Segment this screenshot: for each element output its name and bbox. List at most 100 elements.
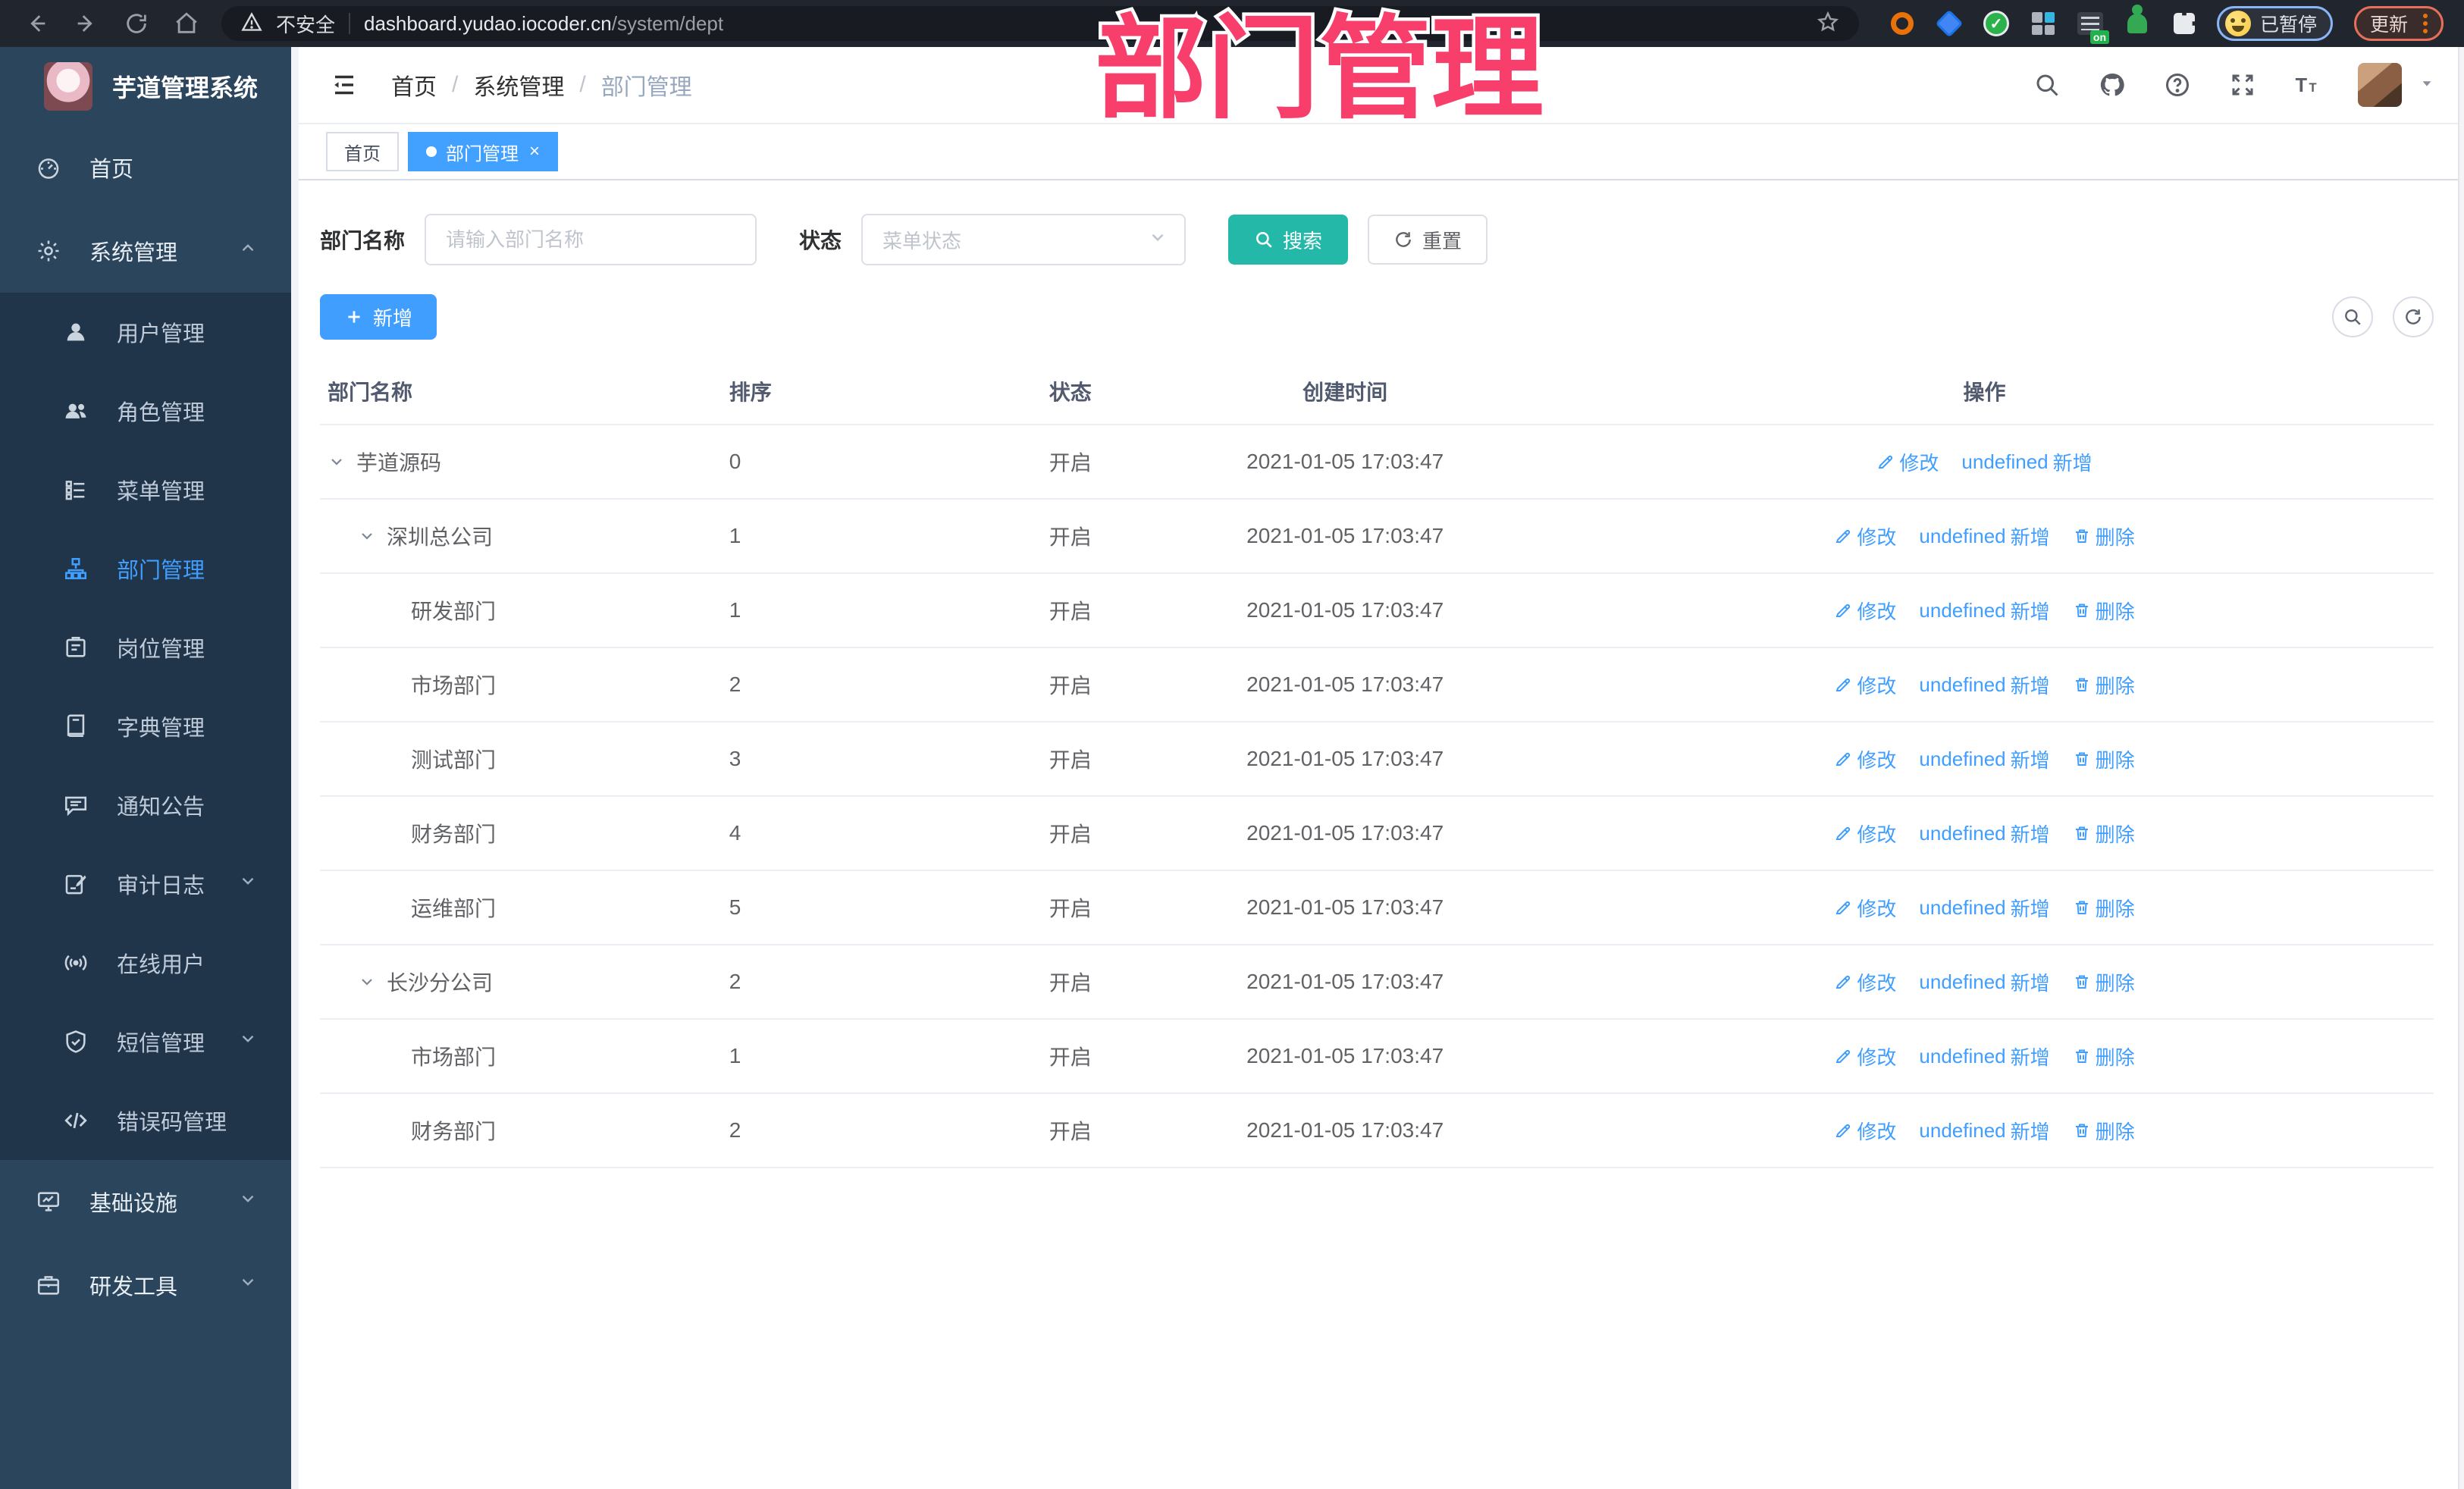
add-action-link[interactable]: undefined 新增 — [1919, 522, 2049, 550]
search-button[interactable]: 搜索 — [1228, 215, 1349, 265]
delete-action-link[interactable]: 删除 — [2073, 671, 2135, 699]
dept-name-cell: 深圳总公司 — [387, 525, 494, 549]
add-action-link[interactable]: undefined 新增 — [1919, 745, 2049, 773]
extension-list-icon[interactable]: on — [2076, 9, 2109, 44]
forward-icon[interactable] — [65, 5, 108, 42]
edit-action-link[interactable]: 修改 — [1834, 1042, 1896, 1071]
delete-action-link[interactable]: 删除 — [2073, 745, 2135, 773]
expand-caret-icon[interactable] — [328, 453, 346, 471]
reload-icon[interactable] — [115, 5, 158, 42]
delete-icon — [2073, 1047, 2091, 1065]
reset-button[interactable]: 重置 — [1368, 215, 1488, 265]
edit-action-link[interactable]: 修改 — [1834, 968, 1896, 996]
add-button[interactable]: 新增 — [320, 294, 437, 340]
add-icon: undefined — [1919, 598, 2006, 622]
profile-chip[interactable]: 已暂停 — [2217, 6, 2334, 41]
add-action-link[interactable]: undefined 新增 — [1919, 597, 2049, 625]
edit-action-link[interactable]: 修改 — [1834, 671, 1896, 699]
sidebar-item-label: 用户管理 — [117, 322, 205, 346]
window-scrollbar[interactable] — [2458, 47, 2464, 1489]
delete-action-link[interactable]: 删除 — [2073, 894, 2135, 922]
add-action-link[interactable]: undefined 新增 — [1919, 1042, 2049, 1071]
extension-check-icon[interactable]: ✓ — [1982, 9, 2011, 38]
edit-icon — [1876, 453, 1895, 471]
extension-squares-icon[interactable] — [2029, 9, 2058, 38]
chevron-down-icon — [238, 1189, 258, 1215]
breadcrumb-item-首页[interactable]: 首页 — [391, 68, 437, 102]
fullscreen-icon[interactable] — [2227, 70, 2258, 100]
expand-caret-icon[interactable] — [358, 527, 376, 545]
expand-caret-icon[interactable] — [358, 973, 376, 991]
app-logo-row[interactable]: 芋道管理系统 — [0, 47, 291, 126]
back-icon[interactable] — [15, 5, 58, 42]
address-bar[interactable]: 不安全 dashboard.yudao.iocoder.cn/system/de… — [221, 6, 1859, 41]
sidebar-item-通知公告[interactable]: 通知公告 — [0, 766, 291, 845]
delete-action-link[interactable]: 删除 — [2073, 1042, 2135, 1071]
sidebar-item-部门管理[interactable]: 部门管理 — [0, 529, 291, 608]
delete-action-link[interactable]: 删除 — [2073, 968, 2135, 996]
tab-部门管理[interactable]: 部门管理 × — [408, 132, 559, 171]
add-action-link[interactable]: undefined 新增 — [1919, 820, 2049, 848]
add-action-link[interactable]: undefined 新增 — [1919, 894, 2049, 922]
sidebar-item-岗位管理[interactable]: 岗位管理 — [0, 608, 291, 687]
sidebar-item-审计日志[interactable]: 审计日志 — [0, 845, 291, 923]
edit-action-link[interactable]: 修改 — [1876, 448, 1939, 476]
edit-action-link[interactable]: 修改 — [1834, 894, 1896, 922]
create-time-cell: 2021-01-05 17:03:47 — [1155, 573, 1536, 648]
home-icon[interactable] — [165, 5, 208, 42]
search-icon[interactable] — [2032, 70, 2062, 100]
caret-down-icon[interactable] — [2419, 75, 2435, 96]
extension-gem-icon[interactable] — [1935, 9, 1964, 38]
add-action-link[interactable]: undefined 新增 — [1961, 448, 2092, 476]
sidebar-item-菜单管理[interactable]: 菜单管理 — [0, 450, 291, 529]
user-avatar[interactable] — [2358, 63, 2402, 107]
delete-action-link[interactable]: 删除 — [2073, 597, 2135, 625]
menu-kebab-icon[interactable] — [2423, 14, 2428, 33]
table-row-深圳总公司: 深圳总公司 1 开启 2021-01-05 17:03:47 修改 undefined 新增… — [320, 499, 2434, 574]
help-icon[interactable] — [2162, 70, 2193, 100]
breadcrumb-item-系统管理[interactable]: 系统管理 — [473, 68, 564, 102]
sidebar-item-研发工具[interactable]: 研发工具 — [0, 1243, 291, 1327]
delete-action-link[interactable]: 删除 — [2073, 1117, 2135, 1145]
extension-person-icon[interactable] — [2123, 5, 2152, 38]
status-select[interactable]: 菜单状态 — [861, 214, 1187, 265]
create-time-cell: 2021-01-05 17:03:47 — [1155, 647, 1536, 723]
tab-首页[interactable]: 首页 — [326, 132, 399, 171]
sidebar-item-首页[interactable]: 首页 — [0, 126, 291, 209]
edit-action-link[interactable]: 修改 — [1834, 1117, 1896, 1145]
sidebar-item-错误码管理[interactable]: 错误码管理 — [0, 1081, 291, 1160]
edit-action-link[interactable]: 修改 — [1834, 522, 1896, 550]
font-size-icon[interactable]: TT — [2293, 70, 2323, 100]
add-action-link[interactable]: undefined 新增 — [1919, 968, 2049, 996]
show-search-toggle-button[interactable] — [2332, 296, 2373, 337]
edit-icon — [1834, 527, 1852, 545]
sidebar-item-label: 审计日志 — [117, 874, 205, 898]
sidebar-item-短信管理[interactable]: 短信管理 — [0, 1002, 291, 1081]
edit-icon — [1834, 601, 1852, 619]
sidebar-item-字典管理[interactable]: 字典管理 — [0, 687, 291, 766]
close-icon[interactable]: × — [529, 143, 540, 161]
sidebar-item-角色管理[interactable]: 角色管理 — [0, 371, 291, 450]
collapse-sidebar-icon[interactable] — [328, 68, 361, 102]
edit-action-link[interactable]: 修改 — [1834, 597, 1896, 625]
delete-action-link[interactable]: 删除 — [2073, 820, 2135, 848]
security-label[interactable]: 不安全 — [276, 10, 335, 38]
sidebar-item-基础设施[interactable]: 基础设施 — [0, 1160, 291, 1243]
bookmark-star-icon[interactable] — [1817, 11, 1839, 37]
url-text[interactable]: dashboard.yudao.iocoder.cn/system/dept — [364, 12, 1803, 36]
sidebar-item-在线用户[interactable]: 在线用户 — [0, 923, 291, 1002]
sidebar-item-用户管理[interactable]: 用户管理 — [0, 293, 291, 371]
add-action-link[interactable]: undefined 新增 — [1919, 1117, 2049, 1145]
extensions-puzzle-icon[interactable] — [2170, 9, 2199, 38]
browser-update-button[interactable]: 更新 — [2354, 6, 2444, 41]
edit-action-link[interactable]: 修改 — [1834, 745, 1896, 773]
refresh-button[interactable] — [2393, 296, 2434, 337]
extension-ring-icon[interactable] — [1888, 9, 1917, 38]
delete-action-link[interactable]: 删除 — [2073, 522, 2135, 550]
dept-name-input[interactable] — [425, 214, 757, 265]
add-action-link[interactable]: undefined 新增 — [1919, 671, 2049, 699]
sidebar-item-系统管理[interactable]: 系统管理 — [0, 209, 291, 293]
github-icon[interactable] — [2097, 70, 2127, 100]
tab-label: 首页 — [344, 143, 381, 165]
edit-action-link[interactable]: 修改 — [1834, 820, 1896, 848]
